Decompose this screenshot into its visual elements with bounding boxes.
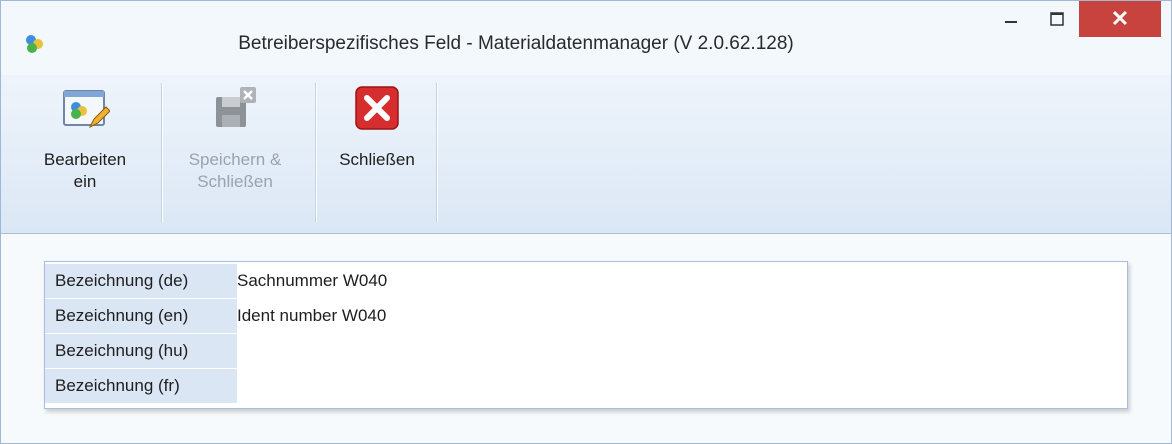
maximize-icon: [1050, 12, 1064, 26]
window-close-button[interactable]: ✕: [1079, 1, 1161, 37]
field-value-de[interactable]: Sachnummer W040: [237, 264, 1127, 298]
ribbon-separator: [161, 83, 163, 223]
close-icon: ✕: [1110, 6, 1130, 31]
edit-button[interactable]: Bearbeiten ein: [21, 75, 149, 233]
save-close-button[interactable]: Speichern & Schließen: [171, 75, 299, 233]
ribbon-toolbar: Bearbeiten ein Speichern & Schließen Sch…: [1, 75, 1171, 234]
field-label: Bezeichnung (en): [45, 299, 237, 333]
field-value-en[interactable]: Ident number W040: [237, 299, 1127, 333]
window-title: Betreiberspezifisches Feld - Materialdat…: [238, 33, 794, 54]
edit-icon: [63, 90, 110, 129]
property-row-hu: Bezeichnung (hu): [45, 334, 1127, 368]
close-button[interactable]: Schließen: [317, 75, 437, 233]
ribbon-separator: [436, 83, 438, 223]
field-label: Bezeichnung (de): [45, 264, 237, 298]
field-value-fr[interactable]: [237, 369, 1127, 403]
title-bar[interactable]: Betreiberspezifisches Feld - Materialdat…: [1, 1, 1171, 75]
property-grid: Bezeichnung (de) Sachnummer W040 Bezeich…: [44, 261, 1128, 409]
edit-button-label: Bearbeiten ein: [43, 150, 127, 191]
field-label: Bezeichnung (hu): [45, 334, 237, 368]
field-label: Bezeichnung (fr): [45, 369, 237, 403]
maximize-button[interactable]: [1035, 1, 1079, 37]
field-value-hu[interactable]: [237, 334, 1127, 368]
minimize-icon: [1005, 21, 1017, 23]
app-window: Betreiberspezifisches Feld - Materialdat…: [0, 0, 1172, 444]
property-row-fr: Bezeichnung (fr): [45, 369, 1127, 403]
close-red-icon: [355, 86, 399, 130]
minimize-button[interactable]: [989, 1, 1033, 37]
save-close-icon: [216, 87, 256, 127]
property-row-en: Bezeichnung (en) Ident number W040: [45, 299, 1127, 333]
content-area: Bezeichnung (de) Sachnummer W040 Bezeich…: [1, 234, 1171, 443]
save-close-button-label: Speichern & Schließen: [188, 150, 282, 191]
property-row-de: Bezeichnung (de) Sachnummer W040: [45, 264, 1127, 298]
close-button-label: Schließen: [339, 150, 415, 169]
